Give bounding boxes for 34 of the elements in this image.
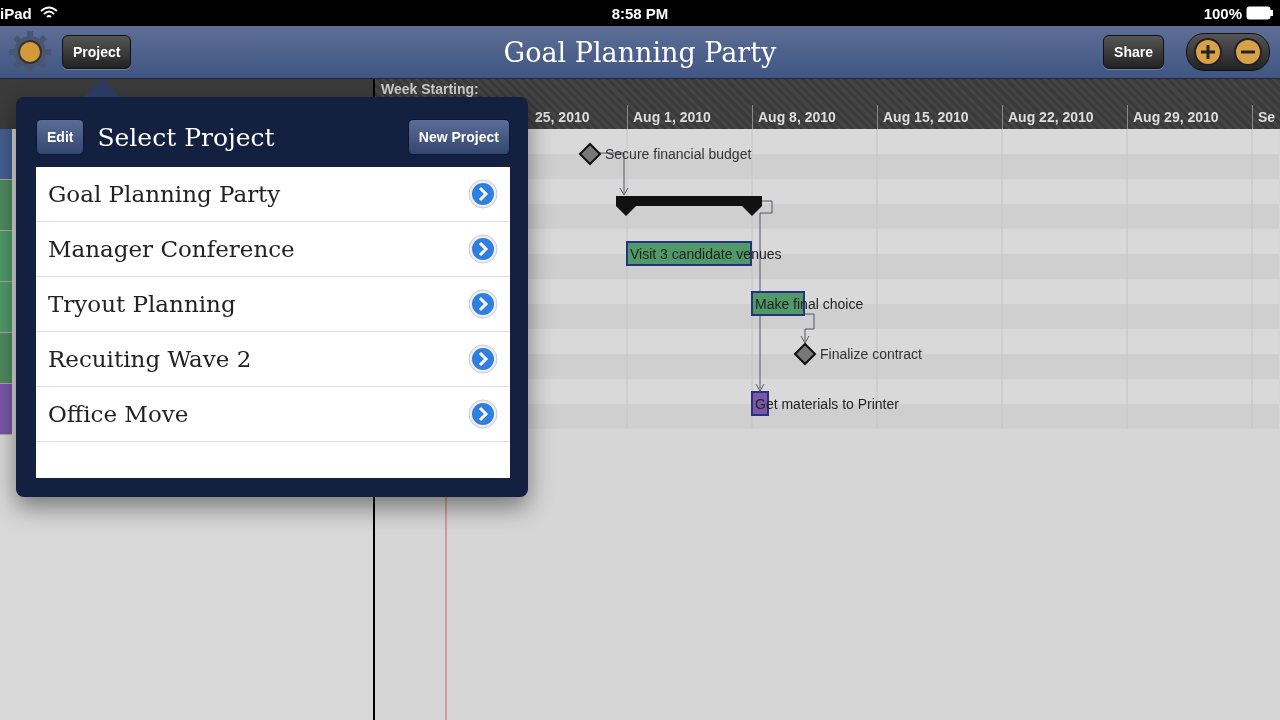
- task-label: Secure financial budget: [605, 146, 752, 162]
- project-name: Manager Conference: [48, 236, 295, 262]
- share-button[interactable]: Share: [1103, 35, 1164, 69]
- popover-arrow: [84, 79, 120, 97]
- edit-button[interactable]: Edit: [36, 119, 85, 155]
- disclosure-icon[interactable]: [468, 344, 498, 374]
- project-name: Recuiting Wave 2: [48, 346, 252, 372]
- disclosure-icon[interactable]: [468, 399, 498, 429]
- project-button[interactable]: Project: [62, 35, 132, 69]
- carrier-label: iPad: [0, 4, 32, 22]
- wifi-icon: [39, 6, 58, 20]
- new-project-button[interactable]: New Project: [407, 119, 510, 155]
- gear-logo-icon[interactable]: [8, 30, 52, 74]
- task-label: Finalize contract: [820, 346, 922, 362]
- disclosure-icon[interactable]: [468, 234, 498, 264]
- project-row[interactable]: Recuiting Wave 2: [36, 332, 510, 387]
- project-name: Tryout Planning: [48, 291, 236, 317]
- project-row[interactable]: Office Move: [36, 387, 510, 442]
- project-row[interactable]: Goal Planning Party: [36, 167, 510, 222]
- disclosure-icon[interactable]: [468, 289, 498, 319]
- disclosure-icon[interactable]: [468, 179, 498, 209]
- zoom-in-icon[interactable]: [1193, 37, 1223, 67]
- timeline-heading: Week Starting:: [380, 80, 479, 97]
- status-time: 8:58 PM: [611, 4, 669, 22]
- popover-title: Select Project: [97, 122, 276, 152]
- project-row[interactable]: Tryout Planning: [36, 277, 510, 332]
- dependency-arrow: [800, 313, 815, 344]
- battery-label: 100%: [1203, 4, 1242, 22]
- zoom-out-icon[interactable]: [1233, 37, 1263, 67]
- project-name: Office Move: [48, 401, 189, 427]
- project-row[interactable]: Manager Conference: [36, 222, 510, 277]
- project-name: Goal Planning Party: [48, 181, 281, 207]
- battery-icon: [1246, 6, 1274, 20]
- project-title: Goal Planning Party: [503, 36, 777, 68]
